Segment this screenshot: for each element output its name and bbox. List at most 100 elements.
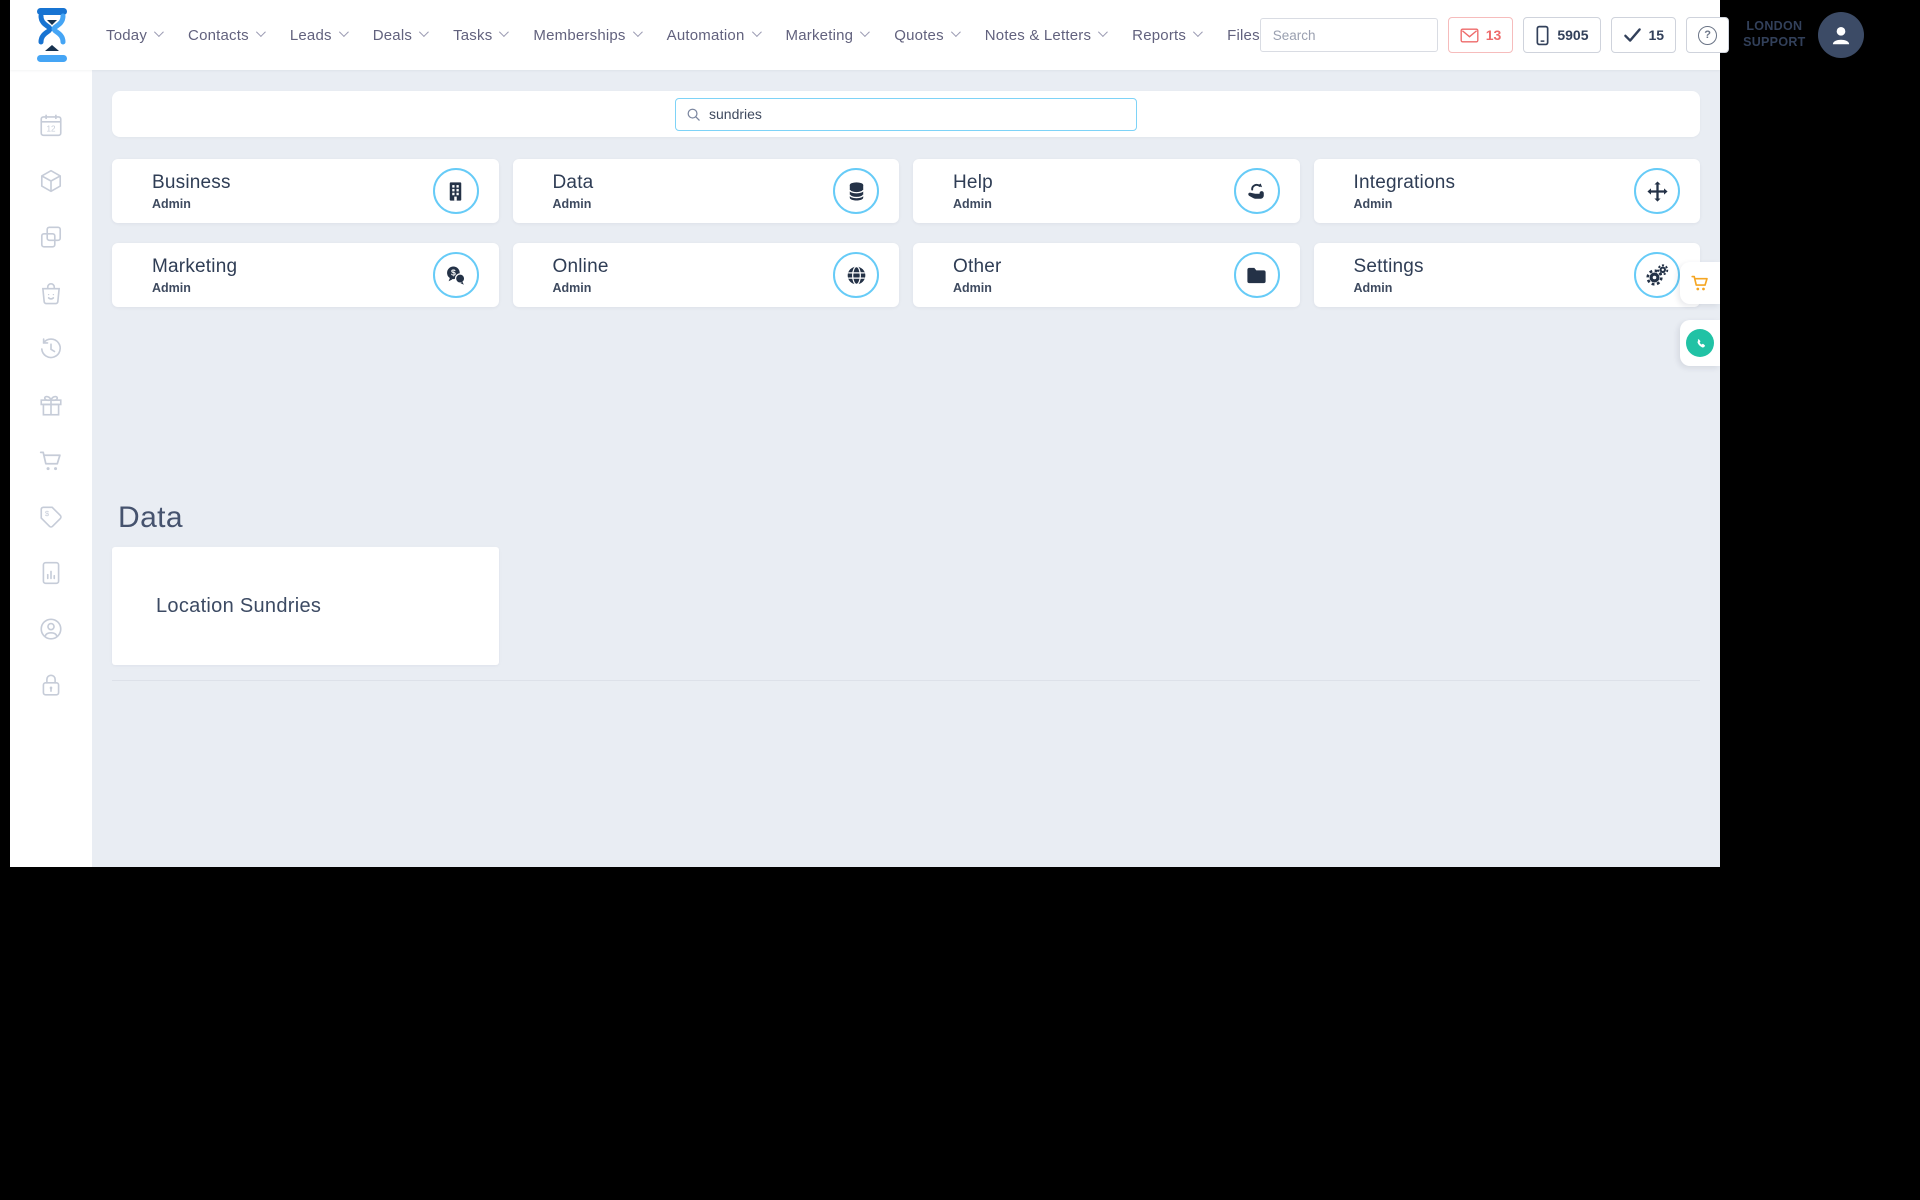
envelope-icon [1460, 27, 1479, 43]
tasks-button[interactable]: 15 [1610, 17, 1677, 53]
section-divider [112, 680, 1700, 681]
nav-item-tasks[interactable]: Tasks [453, 27, 510, 44]
topbar-right: 13 5905 15 ? LONDON SUPPORT [1259, 12, 1864, 58]
globe-icon [847, 265, 865, 285]
nav-item-contacts[interactable]: Contacts [188, 27, 266, 44]
sidebar-item-history[interactable] [38, 336, 64, 362]
card-settings[interactable]: Settings Admin [1313, 243, 1700, 307]
sidebar-item-account[interactable] [38, 616, 64, 642]
search-icon [687, 108, 700, 121]
card-other[interactable]: Other Admin [913, 243, 1300, 307]
card-marketing[interactable]: Marketing Admin $ [112, 243, 499, 307]
chevron-down-icon [632, 27, 643, 38]
sidebar-item-security[interactable] [38, 672, 64, 698]
result-label: Location Sundries [156, 594, 322, 617]
gears-icon [1646, 264, 1669, 286]
card-titles: Marketing Admin [152, 256, 237, 295]
nav-item-notes-letters[interactable]: Notes & Letters [984, 26, 1109, 44]
app-window: Today Contacts Leads Deals Tasks Members… [10, 0, 1864, 867]
icon-circle: $ [432, 252, 479, 298]
svg-text:$: $ [45, 509, 50, 518]
nav-label: Automation [666, 26, 745, 44]
card-subtitle: Admin [152, 280, 191, 295]
card-subtitle: Admin [1353, 196, 1393, 211]
card-business[interactable]: Business Admin [112, 159, 499, 223]
topbar-search-input[interactable] [1272, 27, 1450, 43]
comments-dollar-icon: $ [447, 265, 466, 285]
settings-search-input[interactable] [709, 106, 1126, 122]
nav-label: Leads [289, 26, 332, 44]
sidebar-item-reports[interactable] [38, 560, 64, 586]
nav-item-deals[interactable]: Deals [373, 27, 429, 44]
card-title: Other [953, 255, 1002, 277]
nav-item-automation[interactable]: Automation [666, 26, 762, 44]
settings-search-bar [112, 91, 1700, 137]
nav-item-files[interactable]: Files [1227, 27, 1260, 44]
box-icon [40, 169, 62, 193]
nav-item-today[interactable]: Today [106, 27, 164, 44]
mail-count: 13 [1485, 27, 1502, 43]
icon-circle [833, 168, 879, 214]
sidebar-item-duplicates[interactable] [38, 224, 64, 250]
nav-label: Notes & Letters [984, 26, 1092, 44]
checkmark-icon [1623, 28, 1641, 42]
card-title: Online [552, 255, 609, 277]
sidebar-item-cart[interactable] [38, 448, 64, 474]
sidebar-item-price-tag[interactable]: $ [38, 504, 64, 530]
nav-item-reports[interactable]: Reports [1132, 27, 1203, 44]
card-title: Business [152, 171, 231, 193]
user-name-line2: SUPPORT [1743, 35, 1806, 49]
icon-circle [432, 168, 479, 214]
category-cards: Business Admin Data Admin Help Admin Int… [112, 159, 1700, 307]
hourglass-logo-icon [37, 8, 67, 62]
body-row: 12 $ sundries Business Admin Data Admin … [10, 70, 1720, 867]
card-subtitle: Admin [152, 196, 191, 211]
card-title: Settings [1353, 255, 1424, 277]
nav-item-marketing[interactable]: Marketing [786, 27, 871, 44]
gift-icon [40, 395, 62, 416]
shopping-cart-icon [1691, 275, 1708, 291]
calendar-day: 12 [46, 125, 56, 134]
help-button[interactable]: ? [1686, 17, 1730, 53]
card-data[interactable]: Data Admin [512, 159, 899, 223]
mobile-phone-icon [1536, 25, 1549, 45]
nav-item-leads[interactable]: Leads [289, 26, 349, 44]
chevron-down-icon [751, 27, 762, 38]
chevron-down-icon [950, 27, 961, 38]
chevron-down-icon [255, 27, 266, 38]
phone-button[interactable]: 5905 [1523, 17, 1601, 53]
icon-circle [1634, 168, 1680, 214]
user-name: LONDON SUPPORT [1743, 19, 1806, 50]
sidebar-item-calendar[interactable]: 12 [38, 112, 64, 138]
card-titles: Business Admin [152, 172, 231, 211]
card-title: Data [552, 171, 594, 193]
card-subtitle: Admin [552, 196, 592, 211]
card-help[interactable]: Help Admin [913, 159, 1300, 223]
chevron-down-icon [419, 27, 429, 38]
icon-circle [833, 252, 879, 298]
sidebar-item-gift[interactable] [38, 392, 64, 418]
sidebar-item-products[interactable] [38, 168, 64, 194]
user-icon [1832, 26, 1849, 45]
nav-item-quotes[interactable]: Quotes [894, 27, 961, 44]
history-clock-icon [40, 338, 61, 359]
card-titles: Help Admin [953, 172, 993, 211]
card-subtitle: Admin [552, 280, 592, 295]
mail-button[interactable]: 13 [1447, 17, 1514, 53]
card-titles: Online Admin [553, 256, 609, 295]
app-logo[interactable] [30, 6, 74, 64]
task-count: 15 [1648, 27, 1665, 43]
price-tag-icon: $ [40, 506, 62, 528]
svg-text:$: $ [451, 267, 456, 277]
card-subtitle: Admin [953, 280, 992, 295]
chevron-down-icon [1193, 27, 1203, 38]
sidebar-item-shopping-bag[interactable] [38, 280, 64, 306]
avatar[interactable] [1817, 12, 1864, 58]
search-result-location-sundries[interactable]: Location Sundries [112, 547, 499, 665]
whatsapp-edge-tab[interactable] [1680, 320, 1720, 366]
lock-icon [42, 674, 60, 696]
card-online[interactable]: Online Admin [512, 243, 899, 307]
nav-item-memberships[interactable]: Memberships [533, 27, 643, 44]
basket-edge-tab[interactable] [1680, 262, 1720, 304]
card-integrations[interactable]: Integrations Admin [1313, 159, 1700, 223]
